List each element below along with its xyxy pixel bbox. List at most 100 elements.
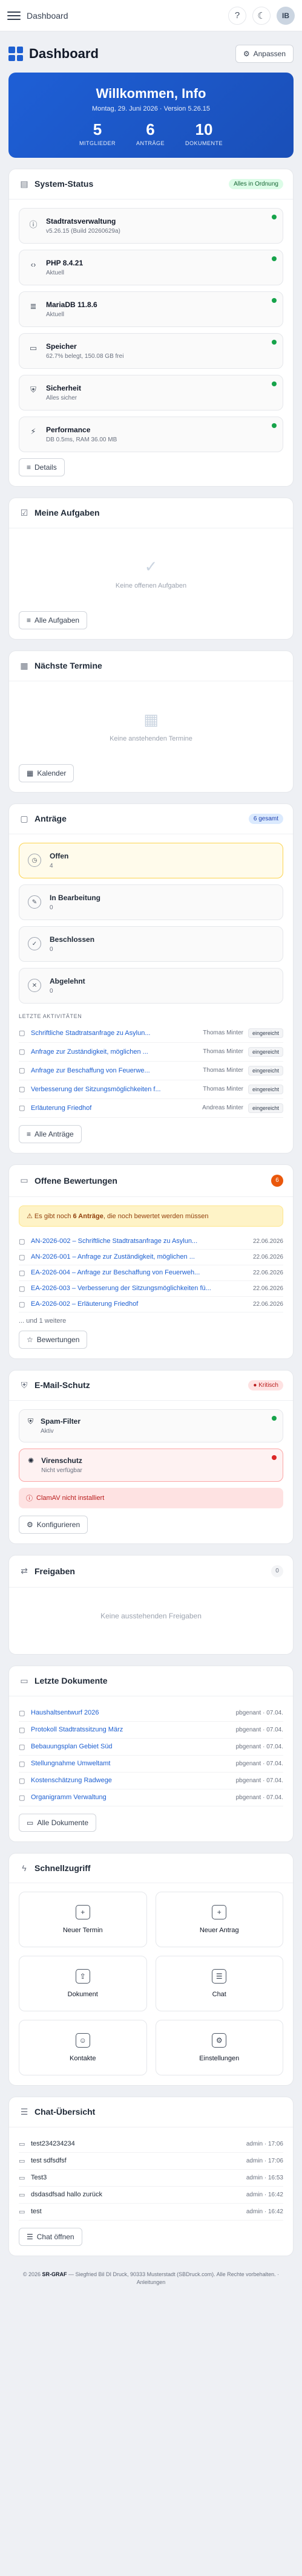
chat-list: ▭ test234234234 admin · 17:06 ▭ test sdfsdfs… [19,2136,283,2221]
card-title: Freigaben [34,1566,75,1576]
help-icon[interactable]: ? [228,6,246,25]
reviews-button[interactable]: ☆ Bewertungen [19,1330,88,1349]
menu-icon[interactable] [7,9,21,22]
check-icon: ✓ [28,937,41,951]
review-link[interactable]: EA-2026-003 – Verbesserung der Sitzungsm… [31,1285,248,1292]
chat-row[interactable]: ▭ dsdasdfsad hallo zurück admin · 16:42 [19,2187,283,2204]
quick-neuer-antrag[interactable]: + Neuer Antrag [155,1891,283,1947]
status-badge: ● Kritisch [248,1380,283,1390]
theme-toggle-icon[interactable]: ☾ [252,6,271,25]
all-requests-button[interactable]: ≡ Alle Anträge [19,1124,82,1143]
status-desc: Aktuell [46,269,65,276]
activity-link[interactable]: Schriftliche Stadtratsanfrage zu Asylun.… [31,1030,198,1037]
info-icon: ⓘ [29,219,38,229]
system-status-item[interactable]: ≣ MariaDB 11.8.6 Aktuell [19,291,283,327]
quick-dokument[interactable]: ⇪ Dokument [19,1955,147,2011]
status-dot [272,1415,277,1421]
document-link[interactable]: Bebauungsplan Gebiet Süd [31,1743,231,1750]
all-tasks-button[interactable]: ≡ Alle Aufgaben [19,611,88,629]
open-chat-button[interactable]: ☰ Chat öffnen [19,2227,82,2246]
activity-link[interactable]: Verbesserung der Sitzungsmöglichkeiten f… [31,1086,198,1093]
message-icon: ▭ [19,2140,25,2148]
status-name: Speicher [46,342,77,351]
card-title: Chat-Übersicht [34,2107,96,2117]
document-icon: ▢ [19,1300,25,1308]
review-date: 22.06.2026 [252,1285,283,1292]
chat-row[interactable]: ▭ test sdfsdfsf admin · 17:06 [19,2153,283,2170]
quick-label: Einstellungen [199,2054,240,2062]
welcome-subtitle: Montag, 29. Juni 2026 · Version 5.26.15 [91,105,211,112]
request-status-beschlossen[interactable]: ✓ Beschlossen 0 [19,926,283,962]
quick-neuer-termin[interactable]: + Neuer Termin [19,1891,147,1947]
calendar-icon: ▦ [27,768,34,777]
x-icon: ✕ [28,979,41,993]
tasks-empty: ✓ Keine offenen Aufgaben [19,537,283,611]
quick-kontakte[interactable]: ☺ Kontakte [19,2019,147,2075]
review-row: ▢ AN-2026-002 – Schriftliche Stadtratsanf… [19,1234,283,1250]
request-status-in-bearbeitung[interactable]: ✎ In Bearbeitung 0 [19,884,283,920]
document-link[interactable]: Organigramm Verwaltung [31,1794,231,1801]
stat-label: ANTRÄGE [136,140,165,146]
quick-chat[interactable]: ☰ Chat [155,1955,283,2011]
system-status-item[interactable]: ⛨ Sicherheit Alles sicher [19,374,283,410]
request-status-abgelehnt[interactable]: ✕ Abgelehnt 0 [19,967,283,1004]
document-link[interactable]: Protokoll Stadtratssitzung März [31,1726,231,1733]
quick-label: Dokument [67,1990,98,1998]
system-status-item[interactable]: ⓘ Stadtratsverwaltung v5.26.15 (Build 2026… [19,207,283,244]
request-status-offen[interactable]: ◷ Offen 4 [19,842,283,878]
check-circle-icon: ☑ [20,507,28,517]
quick-einstellungen[interactable]: ⚙ Einstellungen [155,2019,283,2075]
quick-icon: + [75,1904,90,1919]
review-link[interactable]: EA-2026-002 – Erläuterung Friedhof [31,1300,248,1308]
shield-icon: ⛨ [28,1416,34,1426]
chat-card: ☰ Chat-Übersicht ▭ test234234234 admin · 17… [8,2096,294,2256]
request-status-list: ◷ Offen 4 ✎ In Bearbeitung 0 ✓ Beschlossen 0 ✕ Abg… [19,842,283,1004]
status-dot [272,214,277,219]
quick-icon: + [212,1904,227,1919]
system-status-item[interactable]: ▭ Speicher 62.7% belegt, 150.08 GB frei [19,333,283,369]
calendar-icon: ▦ [20,660,28,670]
document-link[interactable]: Haushaltsentwurf 2026 [31,1709,231,1716]
activity-link[interactable]: Erläuterung Friedhof [31,1105,197,1112]
all-documents-button[interactable]: ▭ Alle Dokumente [19,1813,97,1832]
calendar-button[interactable]: ▦ Kalender [19,764,74,782]
count-badge: 6 gesamt [248,813,283,824]
chat-row[interactable]: ▭ test admin · 16:42 [19,2204,283,2221]
document-link[interactable]: Kostenschätzung Radwege [31,1777,231,1784]
card-title: Anträge [34,814,67,824]
review-link[interactable]: AN-2026-002 – Schriftliche Stadtratsanfr… [31,1238,248,1245]
status-tag: eingereicht [248,1103,283,1113]
chat-icon: ☰ [27,2232,33,2241]
status-name: Sicherheit [46,383,82,392]
document-link[interactable]: Stellungnahme Umweltamt [31,1760,231,1767]
file-icon: ▢ [19,1794,25,1802]
chat-message: dsdasdfsad hallo zurück [31,2191,103,2199]
chat-row[interactable]: ▭ test234234234 admin · 17:06 [19,2136,283,2153]
chat-row[interactable]: ▭ Test3 admin · 16:53 [19,2170,283,2187]
activity-author: Thomas Minter [203,1067,243,1074]
review-link[interactable]: AN-2026-001 – Anfrage zur Zuständigkeit,… [31,1253,248,1260]
review-list: ▢ AN-2026-002 – Schriftliche Stadtratsanf… [19,1234,283,1312]
activity-link[interactable]: Anfrage zur Beschaffung von Feuerwe... [31,1067,198,1074]
details-button[interactable]: ≡ Details [19,458,65,476]
customize-button[interactable]: ⚙ Anpassen [235,45,294,63]
status-count: 0 [50,987,53,994]
count-badge: 0 [271,1565,283,1577]
stat-value: 10 [195,120,213,138]
configure-button[interactable]: ⚙ Konfigurieren [19,1515,88,1534]
system-status-item[interactable]: ⚡ Performance DB 0.5ms, RAM 36.00 MB [19,416,283,452]
review-link[interactable]: EA-2026-004 – Anfrage zur Beschaffung vo… [31,1269,248,1276]
calendar-icon: ▦ [143,710,159,728]
file-icon: ▢ [19,1709,25,1717]
activity-link[interactable]: Anfrage zur Zuständigkeit, möglichen ... [31,1048,198,1056]
system-status-item[interactable]: ‹› PHP 8.4.21 Aktuell [19,249,283,285]
card-title: Schnellzugriff [34,1863,91,1873]
file-icon: ▢ [19,1760,25,1768]
email-status-item: ⛨ Spam-Filter Aktiv [19,1409,283,1442]
clock-icon: ◷ [28,854,41,868]
chat-message: test sdfsdfsf [31,2157,67,2165]
document-meta: pbgenant · 07.04. [235,1794,283,1801]
avatar[interactable]: IB [277,6,295,25]
quick-icon: ⚙ [212,2033,227,2048]
status-count: 0 [50,904,53,911]
